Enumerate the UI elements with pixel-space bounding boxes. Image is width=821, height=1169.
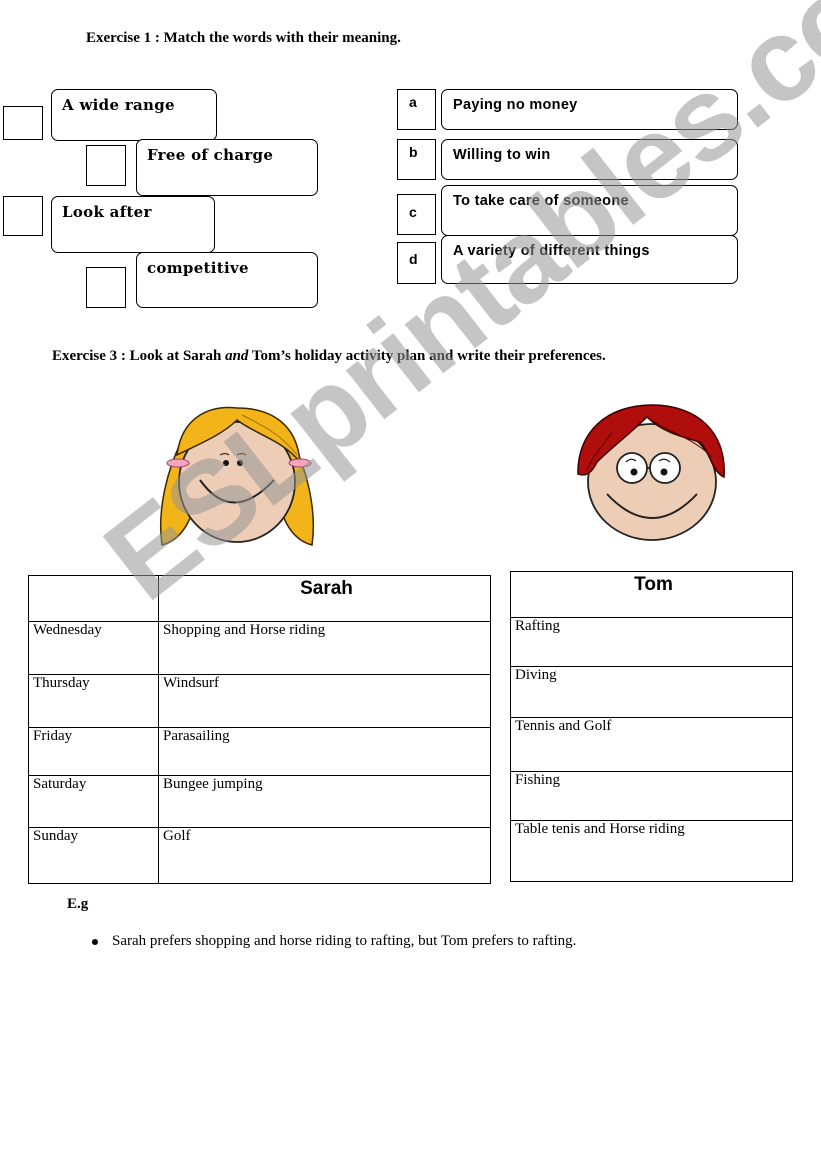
word-box: Free of charge xyxy=(136,139,318,196)
table-row: Diving xyxy=(510,666,793,718)
table-header-row: Tom xyxy=(510,571,793,618)
word-box: competitive xyxy=(136,252,318,308)
word-box: A wide range xyxy=(51,89,217,141)
activity-cell: Rafting xyxy=(510,617,793,667)
meaning-box: Paying no money xyxy=(441,89,738,130)
meaning-box: A variety of different things xyxy=(441,235,738,284)
answer-box-4[interactable] xyxy=(86,267,126,308)
day-cell: Friday xyxy=(28,727,159,776)
table-row: Thursday Windsurf xyxy=(28,674,491,728)
example-label: E.g xyxy=(67,896,89,912)
table-row: Rafting xyxy=(510,617,793,667)
word-text: competitive xyxy=(147,259,249,277)
table-row: Sunday Golf xyxy=(28,827,491,884)
table-row: Table tenis and Horse riding xyxy=(510,820,793,882)
word-text: Look after xyxy=(62,203,152,221)
word-text: A wide range xyxy=(62,96,175,114)
answer-box-3[interactable] xyxy=(3,196,43,236)
word-text: Free of charge xyxy=(147,146,274,164)
answer-box-1[interactable] xyxy=(3,106,43,140)
answer-box-2[interactable] xyxy=(86,145,126,186)
example-item: Sarah prefers shopping and horse riding … xyxy=(92,933,576,950)
activity-cell: Parasailing xyxy=(158,727,491,776)
activity-cell: Bungee jumping xyxy=(158,775,491,828)
table-row: Fishing xyxy=(510,771,793,821)
title-text: Tom’s holiday activity plan and write th… xyxy=(248,348,606,364)
exercise3-title: Exercise 3 : Look at Sarah and Tom’s hol… xyxy=(52,348,606,365)
empty-header-cell xyxy=(28,575,159,622)
activity-cell: Tennis and Golf xyxy=(510,717,793,772)
letter-box: b xyxy=(397,139,436,180)
table-header-row: Sarah xyxy=(28,575,491,622)
letter-box: d xyxy=(397,242,436,284)
table-row: Saturday Bungee jumping xyxy=(28,775,491,828)
example-sentence: Sarah prefers shopping and horse riding … xyxy=(112,933,577,949)
table-row: Tennis and Golf xyxy=(510,717,793,772)
letter-box: a xyxy=(397,89,436,130)
day-cell: Wednesday xyxy=(28,621,159,675)
activity-cell: Golf xyxy=(158,827,491,884)
exercise1-title: Exercise 1 : Match the words with their … xyxy=(86,30,401,46)
tom-header: Tom xyxy=(510,571,793,618)
sarah-header: Sarah xyxy=(158,575,491,622)
meaning-box: Willing to win xyxy=(441,139,738,180)
activity-cell: Windsurf xyxy=(158,674,491,728)
activity-cell: Shopping and Horse riding xyxy=(158,621,491,675)
title-text: Exercise 3 : Look at Sarah xyxy=(52,348,226,364)
day-cell: Sunday xyxy=(28,827,159,884)
sarah-activity-table: Sarah Wednesday Shopping and Horse ridin… xyxy=(28,575,491,884)
letter-box: c xyxy=(397,194,436,235)
word-box: Look after xyxy=(51,196,215,253)
table-row: Friday Parasailing xyxy=(28,727,491,776)
tom-activity-table: Tom Rafting Diving Tennis and Golf Fishi… xyxy=(510,571,793,882)
meaning-box: To take care of someone xyxy=(441,185,738,236)
activity-cell: Diving xyxy=(510,666,793,718)
title-italic-text: and xyxy=(225,348,249,364)
table-row: Wednesday Shopping and Horse riding xyxy=(28,621,491,675)
bullet-icon xyxy=(92,938,98,945)
day-cell: Thursday xyxy=(28,674,159,728)
activity-cell: Fishing xyxy=(510,771,793,821)
activity-cell: Table tenis and Horse riding xyxy=(510,820,793,882)
tom-face-illustration xyxy=(577,404,725,541)
day-cell: Saturday xyxy=(28,775,159,828)
sarah-face-illustration xyxy=(159,406,315,546)
